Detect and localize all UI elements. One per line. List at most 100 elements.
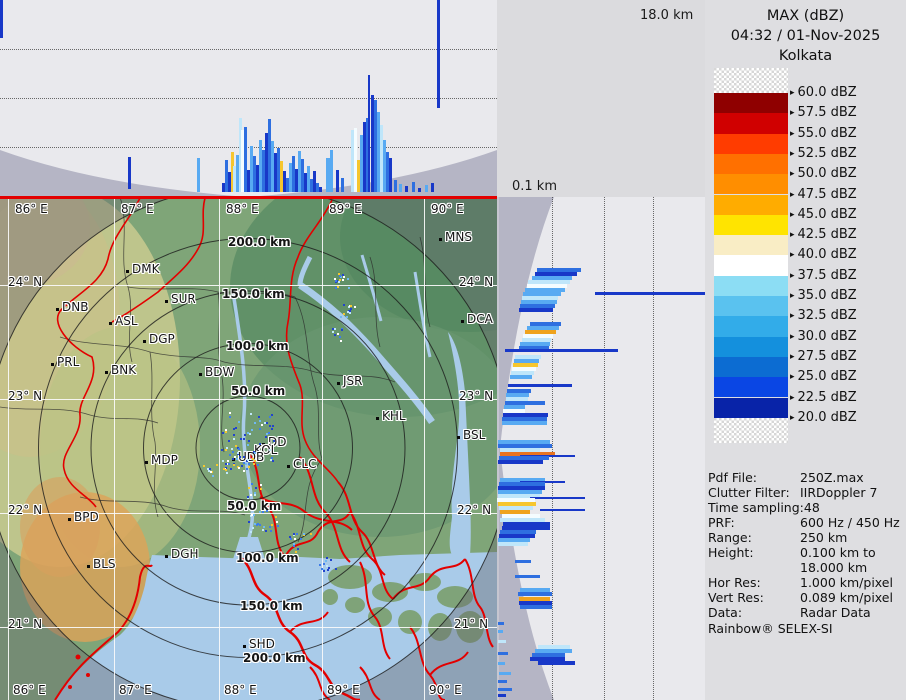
legend-entry-label: 42.5 dBZ [797, 227, 857, 243]
yz-cone-mask [499, 197, 554, 700]
legend-band [714, 356, 788, 378]
legend-tick-arrow-icon: ▸ [790, 250, 795, 261]
legend-tick-arrow-icon: ▸ [790, 189, 795, 200]
metadata-row: Hor Res: 1.000 km/pixel [708, 575, 906, 590]
metadata-label: Vert Res: [708, 590, 764, 605]
legend-band [714, 174, 788, 195]
metadata-value: 0.089 km/pixel [800, 590, 893, 605]
legend-entry: ▸ 50.0 dBZ [790, 166, 857, 181]
xz-gridline [0, 49, 497, 50]
product-title: MAX (dBZ) [766, 8, 845, 24]
xz-gridline [0, 98, 497, 99]
metadata-value: 0.100 km to [800, 545, 876, 560]
height-axis-max-label: 18.0 km [640, 8, 694, 23]
metadata-row: Height: 0.100 km to [708, 545, 906, 560]
basemap [0, 142, 600, 700]
legend-entry: ▸ 45.0 dBZ [790, 207, 857, 222]
legend-tick-arrow-icon: ▸ [790, 311, 795, 322]
metadata-label: Height: [708, 545, 754, 560]
metadata-row: Pdf File: 250Z.max [708, 470, 906, 485]
legend-entry-label: 35.0 dBZ [797, 288, 857, 303]
legend-entry: ▸ 27.5 dBZ [790, 349, 857, 364]
legend-entry: ▸ 35.0 dBZ [790, 288, 857, 303]
legend-entry: ▸ 37.5 dBZ [790, 268, 857, 283]
legend-entry-label: 50.0 dBZ [797, 166, 857, 182]
legend-tick-arrow-icon: ▸ [790, 108, 795, 119]
color-scale-bar [714, 68, 788, 443]
legend-panel: MAX (dBZ) 04:32 / 01-Nov-2025 Kolkata ▸ 6… [705, 0, 906, 700]
legend-entry-label: 52.5 dBZ [797, 145, 857, 161]
product-timestamp: 04:32 / 01-Nov-2025 [730, 28, 881, 44]
legend-band [714, 296, 788, 317]
legend-entry: ▸ 55.0 dBZ [790, 126, 857, 141]
legend-entry: ▸ 42.5 dBZ [790, 227, 857, 242]
metadata-row: Clutter Filter: IIRDoppler 7 [708, 485, 906, 500]
metadata-row: Data: Radar Data [708, 605, 906, 620]
legend-band [714, 153, 788, 175]
legend-entry: ▸ 40.0 dBZ [790, 247, 857, 262]
legend-band [714, 235, 788, 256]
yz-gridline [552, 197, 553, 700]
metadata-label: Hor Res: [708, 575, 761, 590]
legend-entry-label: 47.5 dBZ [797, 186, 857, 202]
map-top-red-border [0, 195, 497, 199]
radar-map-view[interactable] [0, 142, 600, 700]
metadata-row: PRF: 600 Hz / 450 Hz [708, 515, 906, 530]
xz-projection-panel [0, 0, 497, 197]
software-brand: Rainbow® SELEX-SI [708, 621, 833, 636]
legend-band [714, 275, 788, 296]
metadata-value: 250 km [800, 530, 848, 545]
yz-gridline [653, 197, 654, 700]
legend-entry-label: 55.0 dBZ [797, 125, 857, 141]
legend-tick-arrow-icon: ▸ [790, 148, 795, 159]
legend-entry: ▸ 32.5 dBZ [790, 308, 857, 323]
legend-entry-label: 45.0 dBZ [797, 206, 857, 222]
metadata-value: 1.000 km/pixel [800, 575, 893, 590]
legend-entry: ▸ 60.0 dBZ [790, 85, 857, 100]
legend-band [714, 93, 788, 114]
metadata-label: PRF: [708, 515, 735, 530]
metadata-value: 600 Hz / 450 Hz [800, 515, 900, 530]
legend-entry-label: 32.5 dBZ [797, 308, 857, 324]
legend-band [714, 255, 788, 276]
legend-tick-arrow-icon: ▸ [790, 128, 795, 139]
legend-tick-arrow-icon: ▸ [790, 209, 795, 220]
legend-tick-arrow-icon: ▸ [790, 169, 795, 180]
metadata-label: Data: [708, 605, 743, 620]
legend-checker-top [714, 68, 788, 93]
radar-application-window: 18.0 km 0.1 km 86° E 86° E 87° E 87° E 8… [0, 0, 906, 700]
legend-entry-label: 40.0 dBZ [797, 247, 857, 263]
metadata-value: 48 [803, 500, 820, 515]
legend-tick-arrow-icon: ▸ [790, 291, 795, 301]
legend-entry-label: 22.5 dBZ [797, 389, 857, 405]
yz-projection-panel [497, 197, 705, 700]
legend-entry: ▸ 20.0 dBZ [790, 410, 857, 425]
metadata-row: 18.000 km [708, 560, 906, 575]
legend-entry-label: 60.0 dBZ [797, 85, 857, 100]
legend-band [714, 133, 788, 154]
legend-entry: ▸ 52.5 dBZ [790, 146, 857, 161]
legend-band [714, 113, 788, 134]
legend-tick-arrow-icon: ▸ [790, 392, 795, 403]
legend-tick-arrow-icon: ▸ [790, 412, 795, 423]
legend-entry: ▸ 30.0 dBZ [790, 329, 857, 344]
metadata-row: Range: 250 km [708, 530, 906, 545]
metadata-label: Time sampling: [708, 500, 804, 515]
radar-site-name: Kolkata [778, 48, 833, 64]
legend-tick-arrow-icon: ▸ [790, 351, 795, 362]
legend-tick-arrow-icon: ▸ [790, 230, 795, 241]
legend-band [714, 194, 788, 215]
legend-entry: ▸ 57.5 dBZ [790, 105, 857, 120]
legend-entry-label: 30.0 dBZ [797, 328, 857, 344]
legend-entry-label: 37.5 dBZ [797, 267, 857, 283]
legend-band [714, 336, 788, 357]
metadata-value: IIRDoppler 7 [800, 485, 878, 500]
legend-tick-arrow-icon: ▸ [790, 331, 795, 342]
legend-entry: ▸ 25.0 dBZ [790, 369, 857, 384]
metadata-row: Time sampling: 48 [708, 500, 906, 515]
legend-band [714, 214, 788, 236]
metadata-value: Radar Data [800, 605, 871, 620]
xz-gridline [0, 147, 497, 148]
legend-band [714, 316, 788, 337]
legend-entry-label: 27.5 dBZ [797, 348, 857, 364]
